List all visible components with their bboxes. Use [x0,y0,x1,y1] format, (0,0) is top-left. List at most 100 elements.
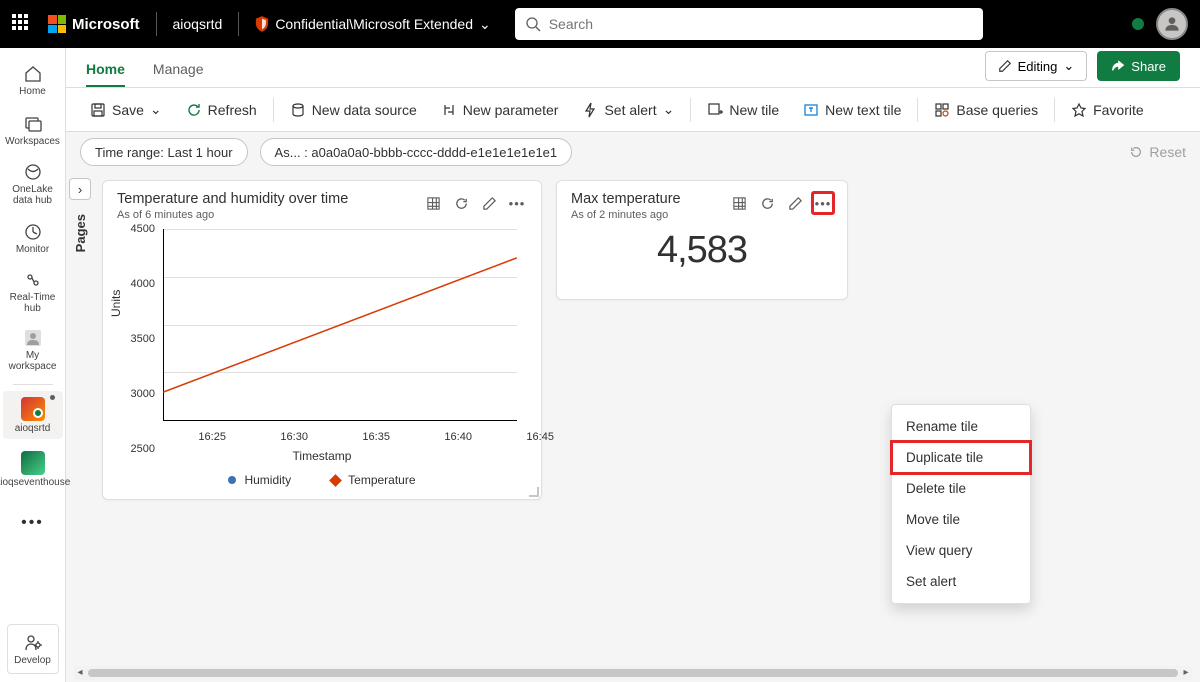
queries-icon [934,102,950,118]
scroll-right-icon[interactable]: ▸ [1180,667,1192,679]
tab-home[interactable]: Home [86,61,125,87]
filter-bar: Time range: Last 1 hour As... : a0a0a0a0… [66,132,1200,172]
asset-filter-pill[interactable]: As... : a0a0a0a0-bbbb-cccc-dddd-e1e1e1e1… [260,138,573,166]
save-icon [90,102,106,118]
onelake-icon [23,162,43,182]
topbar-right [1132,8,1188,40]
ctx-set-alert[interactable]: Set alert [892,566,1030,597]
database-icon [290,102,306,118]
scroll-left-icon[interactable]: ◂ [74,667,86,679]
tile-title: Temperature and humidity over time [117,191,348,207]
table-icon [732,196,747,211]
more-icon: ••• [815,196,832,211]
legend-temperature[interactable]: Temperature [331,473,415,487]
sensitivity-label: Confidential\Microsoft Extended [275,16,473,32]
new-parameter-button[interactable]: New parameter [431,94,569,126]
chevron-right-icon: › [78,182,82,197]
resize-handle[interactable] [529,487,539,497]
rail-onelake[interactable]: OneLake data hub [3,156,63,212]
y-tick: 2500 [117,443,161,455]
new-tile-button[interactable]: New tile [697,94,789,126]
pencil-icon [788,196,803,211]
ctx-move-tile[interactable]: Move tile [892,504,1030,535]
refresh-button[interactable]: Refresh [176,94,267,126]
command-toolbar: Save ⌄ Refresh New data source New param… [66,88,1200,132]
share-button[interactable]: Share [1097,51,1180,81]
chevron-down-icon: ⌄ [479,16,491,33]
lightning-icon [582,102,598,118]
refresh-icon [186,102,202,118]
new-text-tile-button[interactable]: New text tile [793,94,911,126]
rail-eventhouse[interactable]: aioqseventhouse [3,441,63,497]
rail-realtime[interactable]: Real-Time hub [3,264,63,320]
set-alert-button[interactable]: Set alert ⌄ [572,94,684,126]
search-icon [525,16,541,32]
time-range-pill[interactable]: Time range: Last 1 hour [80,138,248,166]
x-tick: 16:35 [362,431,390,443]
y-tick: 4500 [117,223,161,235]
ctx-delete-tile[interactable]: Delete tile [892,473,1030,504]
search-box[interactable] [515,8,983,40]
divider [156,12,157,36]
unsaved-dot [50,395,55,400]
editing-mode-dropdown[interactable]: Editing ⌄ [985,51,1088,81]
shield-icon [255,16,269,32]
scrollbar-thumb[interactable] [88,669,1178,677]
y-tick: 4000 [117,278,161,290]
presence-indicator [1132,18,1144,30]
pages-toggle[interactable]: › [69,178,91,200]
tile-max-temperature[interactable]: Max temperature As of 2 minutes ago ••• … [556,180,848,300]
rail-develop[interactable]: Develop [7,624,59,674]
chevron-down-icon: ⌄ [150,101,162,118]
tile-more[interactable]: ••• [811,191,835,215]
tile-table-view[interactable] [421,191,445,215]
realtime-icon [23,270,43,290]
horizontal-scrollbar[interactable]: ◂ ▸ [74,666,1192,680]
rail-more[interactable]: ••• [3,499,63,547]
chart-legend: Humidity Temperature [117,473,527,487]
reset-button[interactable]: Reset [1129,144,1186,160]
x-axis-title: Timestamp [117,449,527,463]
tile-refresh[interactable] [449,191,473,215]
rail-my-workspace[interactable]: My workspace [3,322,63,378]
search-input[interactable] [549,16,973,32]
ctx-view-query[interactable]: View query [892,535,1030,566]
favorite-button[interactable]: Favorite [1061,94,1154,126]
top-bar: Microsoft aioqsrtd Confidential\Microsof… [0,0,1200,48]
text-tile-icon [803,102,819,118]
account-avatar[interactable] [1156,8,1188,40]
base-queries-button[interactable]: Base queries [924,94,1048,126]
legend-dot-icon [228,476,236,484]
tile-edit[interactable] [477,191,501,215]
develop-icon [23,633,43,653]
rail-workspaces[interactable]: Workspaces [3,106,63,154]
sensitivity-dropdown[interactable]: Confidential\Microsoft Extended ⌄ [255,16,490,33]
legend-humidity[interactable]: Humidity [228,473,291,487]
tab-manage[interactable]: Manage [153,61,204,87]
reset-icon [1129,145,1143,159]
save-button[interactable]: Save ⌄ [80,94,172,126]
workspace-name[interactable]: aioqsrtd [173,16,223,32]
tile-temp-humidity[interactable]: Temperature and humidity over time As of… [102,180,542,500]
tile-refresh[interactable] [755,191,779,215]
tile-edit[interactable] [783,191,807,215]
refresh-icon [454,196,469,211]
rail-monitor[interactable]: Monitor [3,214,63,262]
dashboard-canvas[interactable]: Temperature and humidity over time As of… [94,172,1200,666]
tile-plus-icon [707,102,723,118]
chevron-down-icon: ⌄ [663,101,675,118]
home-icon [23,64,43,84]
new-data-source-button[interactable]: New data source [280,94,427,126]
app-launcher-icon[interactable] [12,14,32,34]
rail-home[interactable]: Home [3,56,63,104]
tile-table-view[interactable] [727,191,751,215]
x-tick: 16:45 [526,431,554,443]
y-tick: 3500 [117,333,161,345]
chevron-down-icon: ⌄ [1063,58,1074,74]
pencil-icon [998,59,1012,73]
ctx-duplicate-tile[interactable]: Duplicate tile [892,442,1030,473]
tile-more[interactable]: ••• [505,191,529,215]
rail-aioqsrtd[interactable]: aioqsrtd [3,391,63,439]
ctx-rename-tile[interactable]: Rename tile [892,411,1030,442]
pages-label: Pages [73,214,88,252]
